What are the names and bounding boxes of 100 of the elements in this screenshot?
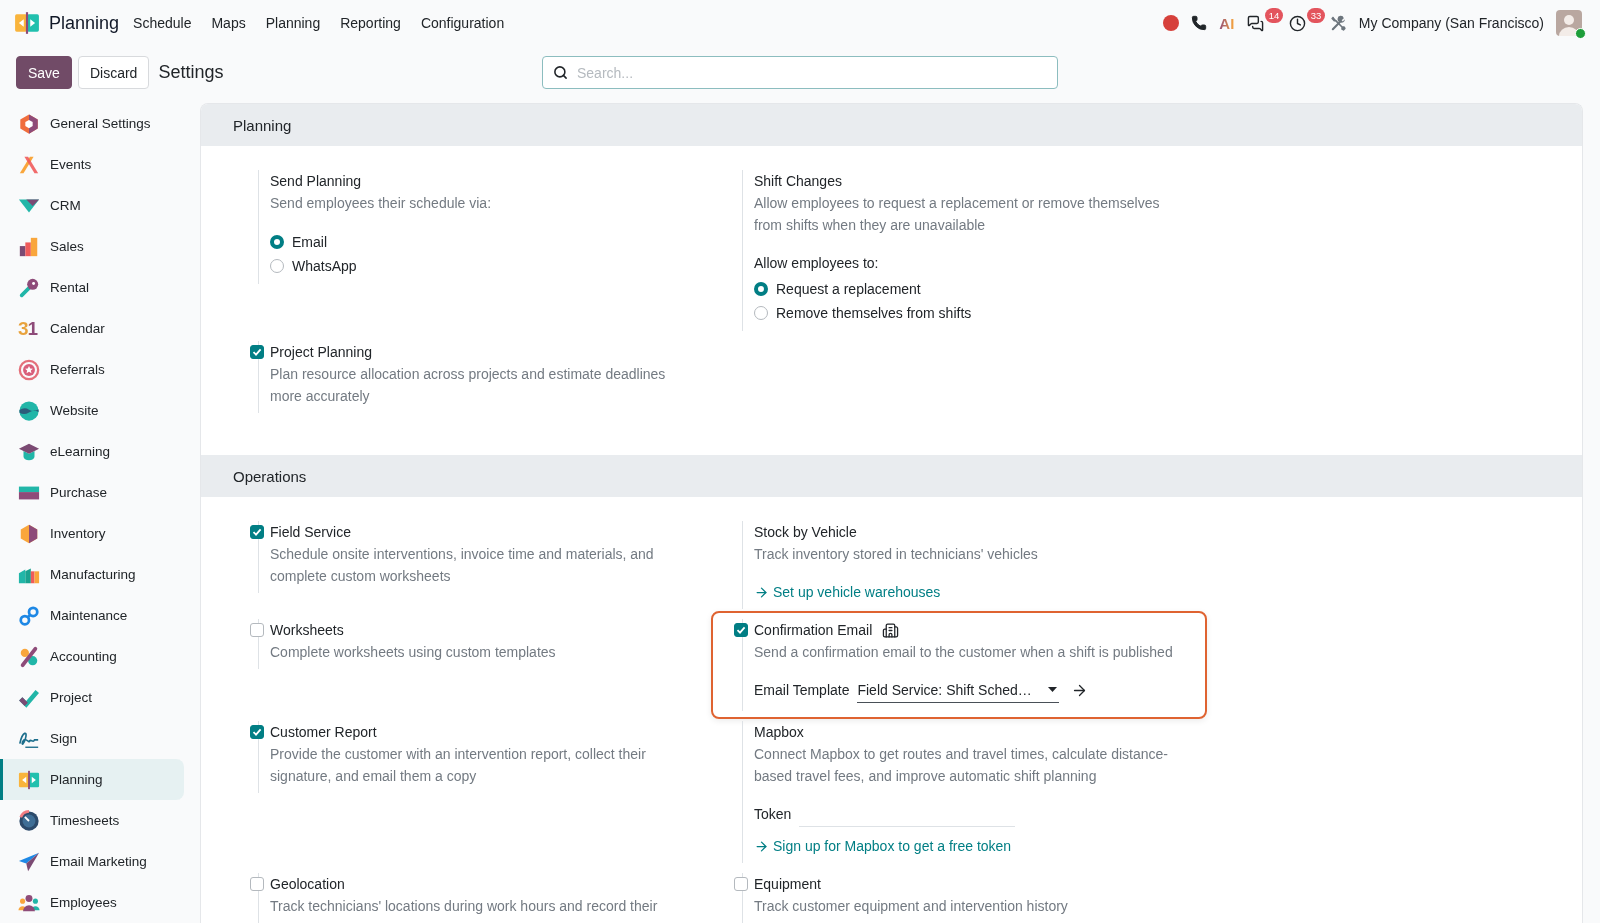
chain-link-icon [18,604,40,627]
checkbox[interactable] [250,525,264,539]
checkbox[interactable] [250,345,264,359]
avatar-silhouette-icon [1556,10,1582,36]
sidebar-item[interactable]: Timesheets [0,800,184,841]
company-switcher[interactable]: My Company (San Francisco) [1358,15,1544,31]
search-input[interactable]: Search... [577,64,1047,81]
setting-title: Customer Report [270,723,377,742]
setting-description: Connect Mapbox to get routes and travel times, calculate distance-based travel fees, and improve automatic shift planning [754,745,1169,786]
key-icon [18,276,40,299]
phone-icon [1190,15,1207,31]
field-label: Token [754,806,792,822]
setting-link[interactable]: Sign up for Mapbox to get a free token [754,835,1012,857]
section-header: Operations [201,455,1582,497]
record-dot-icon [1162,15,1179,31]
sidebar-item[interactable]: Rental [0,267,184,308]
sidebar-item[interactable]: Sign [0,718,184,759]
menu-item[interactable]: Planning [255,0,331,46]
setting-description: Track customer equipment and intervention history [754,897,1069,916]
sidebar-item[interactable]: Referrals [0,349,184,390]
save-button[interactable]: Save [16,56,72,89]
cube-icon [18,522,40,545]
search-icon [553,65,568,80]
bar-chart-icon [18,235,40,258]
sidebar-item[interactable]: General Settings [0,103,184,144]
setting-title: Stock by Vehicle [754,523,857,542]
clock-icon [1289,14,1307,32]
sidebar-item[interactable]: 31 Calendar [0,308,184,349]
messages-count-badge: 14 [1264,8,1284,23]
app-name[interactable]: Planning [49,12,120,34]
menu-item[interactable]: Reporting [330,0,411,46]
split-arrows-icon [18,768,40,791]
chat-icon [1247,14,1265,32]
setting-title: Confirmation Email [754,621,873,640]
menu-item[interactable]: Configuration [410,0,515,46]
template-select[interactable]: Field Service: Shift Sched… [857,677,1060,703]
sidebar-item[interactable]: Manufacturing [0,554,184,595]
setting-description: Send a confirmation email to the customer when a shift is published [754,643,1174,662]
option-label[interactable]: WhatsApp [292,258,357,274]
setting-description: Track inventory stored in technicians' vehicles [754,545,1039,564]
option-label[interactable]: Email [292,234,327,250]
checkbox[interactable] [250,623,264,637]
tools-icon [1330,14,1348,32]
checkbox[interactable] [250,877,264,891]
radio-button[interactable] [754,306,768,320]
setting-link[interactable]: Set up vehicle warehouses [754,581,941,603]
arrow-right-icon [754,838,769,854]
check-icon [736,625,746,635]
star-badge-icon [18,358,40,381]
check-icon [252,347,262,357]
sidebar-item[interactable]: CRM [0,185,184,226]
discard-button[interactable]: Discard [77,56,150,89]
setting-description: Track technicians' locations during work hours and record their [270,897,659,916]
menu-item[interactable]: Schedule [123,0,202,46]
setting-description: Complete worksheets using custom templates [270,643,557,662]
option-label[interactable]: Remove themselves from shifts [776,305,972,321]
check-icon [252,727,262,737]
menu-item[interactable]: Maps [201,0,256,46]
split-arrows-icon[interactable] [14,10,40,36]
setting-description: Schedule onsite interventions, invoice time and materials, and complete custom worksheets [270,545,655,586]
sidebar-item[interactable]: Maintenance [0,595,184,636]
setting-description: Send employees their schedule via: [270,194,493,213]
setting-description: Plan resource allocation across projects and estimate deadlines more accurately [270,365,667,406]
field-label: Email Template [754,682,850,698]
setting-title: Mapbox [754,723,804,742]
options-label: Allow employees to: [754,254,880,273]
checkbox[interactable] [734,623,748,637]
wave-circle-icon [18,399,40,422]
option-label[interactable]: Request a replacement [776,281,921,297]
setting-title: Project Planning [270,343,372,362]
setting-description: Allow employees to request a replacement or remove themselves from shifts when they are unavailable [754,194,1161,235]
sidebar-item[interactable]: Sales [0,226,184,267]
setting-title: Equipment [754,875,821,894]
setting-title: Worksheets [270,621,344,640]
sidebar-item[interactable]: eLearning [0,431,184,472]
setting-title: Geolocation [270,875,345,894]
sidebar-item[interactable]: Accounting [0,636,184,677]
radio-button[interactable] [270,259,284,273]
radio-button[interactable] [754,282,768,296]
paper-plane-icon [18,850,40,873]
activities-count-badge: 33 [1306,8,1326,23]
sidebar-item[interactable]: Website [0,390,184,431]
sidebar-item[interactable]: Planning [0,759,184,800]
percent-icon [18,645,40,668]
sidebar-item[interactable]: Events [0,144,184,185]
setting-description: Provide the customer with an intervention report, collect their signature, and email them a copy [270,745,647,786]
page-title: Settings [158,62,224,83]
sidebar-item[interactable]: Project [0,677,184,718]
sidebar-item[interactable]: Inventory [0,513,184,554]
checkbox[interactable] [734,877,748,891]
checkbox[interactable] [250,725,264,739]
caret-down-icon [1048,687,1058,692]
sidebar-item[interactable]: Email Marketing [0,841,184,882]
dial-icon [18,809,40,832]
search-bar[interactable]: Search... [542,56,1058,89]
hexagon-icon [18,112,40,135]
sidebar-item[interactable]: Employees [0,882,184,923]
radio-button[interactable] [270,235,284,249]
sidebar-item[interactable]: Purchase [0,472,184,513]
setting-title: Shift Changes [754,172,842,191]
